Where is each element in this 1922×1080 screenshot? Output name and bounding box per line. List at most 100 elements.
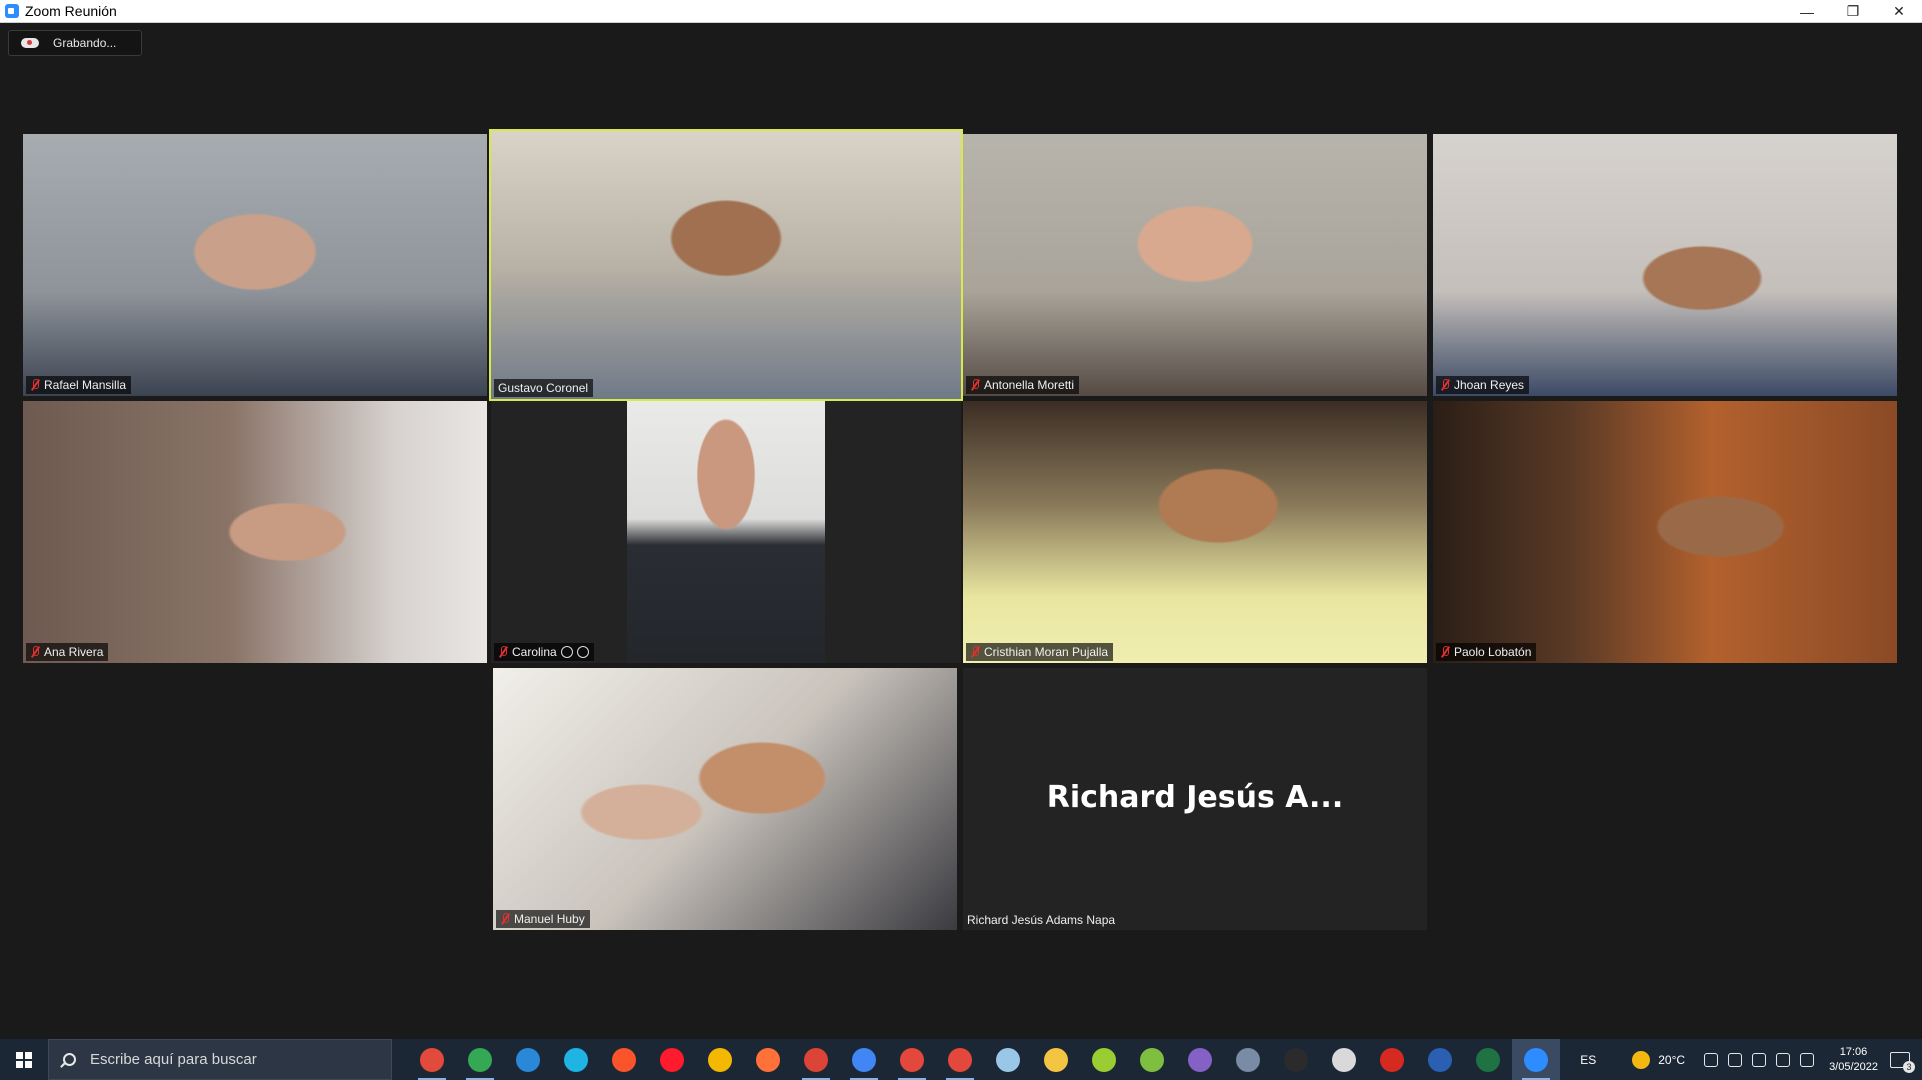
participant-name: Paolo Lobatón (1454, 645, 1532, 659)
chevron-up-icon[interactable] (1704, 1052, 1719, 1067)
notifications-icon[interactable]: 3 (1890, 1051, 1915, 1073)
participant-name-tag: Carolina (494, 643, 594, 661)
participant-tile[interactable]: Ana Rivera (23, 401, 487, 663)
participant-tile[interactable]: Rafael Mansilla (23, 134, 487, 396)
zoom-app-icon (5, 4, 19, 18)
mic-muted-icon (500, 913, 510, 925)
participant-name: Richard Jesús Adams Napa (967, 913, 1116, 927)
mic-muted-icon (30, 379, 40, 391)
taskbar-app-button[interactable] (1512, 1039, 1560, 1080)
weather-temperature[interactable]: 20°C (1658, 1053, 1685, 1067)
window-title: Zoom Reunión (25, 3, 117, 19)
participant-tile[interactable]: Jhoan Reyes (1433, 134, 1897, 396)
chrome-canary-icon (708, 1047, 732, 1072)
opera-icon (660, 1047, 684, 1072)
minimize-button[interactable]: — (1784, 0, 1830, 23)
taskbar-app-button[interactable] (792, 1039, 840, 1080)
excel-icon (1476, 1047, 1500, 1072)
clock[interactable]: 17:06 3/05/2022 (1829, 1045, 1878, 1075)
chrome-profile4-icon (948, 1047, 972, 1072)
file-explorer-icon (1044, 1047, 1068, 1072)
chrome-profile-icon (468, 1047, 492, 1072)
recording-indicator[interactable]: Grabando... (8, 30, 142, 56)
search-placeholder: Escribe aquí para buscar (90, 1051, 257, 1068)
brave-icon (612, 1047, 636, 1072)
chrome-profile2-icon (852, 1047, 876, 1072)
chrome-alt-icon (804, 1047, 828, 1072)
chrome-icon (420, 1047, 444, 1072)
battery-icon[interactable] (1752, 1052, 1767, 1067)
participant-name: Cristhian Moran Pujalla (984, 645, 1109, 659)
acrobat-icon (1380, 1047, 1404, 1072)
zoom-icon (1524, 1047, 1548, 1072)
clock-time: 17:06 (1839, 1045, 1868, 1058)
mic-muted-icon (970, 379, 980, 391)
recording-label: Grabando... (53, 36, 117, 50)
taskbar-search[interactable]: Escribe aquí para buscar (48, 1039, 392, 1080)
taskbar-app-button[interactable] (600, 1039, 648, 1080)
weather-sun-icon[interactable] (1632, 1050, 1651, 1069)
taskbar-app-button[interactable] (552, 1039, 600, 1080)
restore-button[interactable]: ❐ (1830, 0, 1876, 23)
taskbar-app-button[interactable] (1368, 1039, 1416, 1080)
participant-name-tag: Gustavo Coronel (494, 379, 594, 397)
cloud-app-icon (1332, 1047, 1356, 1072)
taskbar-app-button[interactable] (1416, 1039, 1464, 1080)
participant-tile[interactable]: Paolo Lobatón (1433, 401, 1897, 663)
taskbar-app-button[interactable] (1176, 1039, 1224, 1080)
taskbar-app-button[interactable] (888, 1039, 936, 1080)
settings-icon (576, 646, 589, 658)
participant-tile[interactable]: Manuel Huby (493, 668, 957, 930)
taskbar-app-button[interactable] (1032, 1039, 1080, 1080)
participant-name: Ana Rivera (44, 645, 104, 659)
cloud-recording-icon (21, 38, 39, 48)
participant-tile-active-speaker[interactable]: Gustavo Coronel (489, 129, 963, 401)
taskbar-app-button[interactable] (408, 1039, 456, 1080)
participant-name: Antonella Moretti (984, 378, 1075, 392)
mic-muted-icon (1440, 379, 1450, 391)
taskbar-app-button[interactable] (456, 1039, 504, 1080)
participant-name: Manuel Huby (514, 912, 585, 926)
taskbar-app-button[interactable] (696, 1039, 744, 1080)
participant-name: Carolina (512, 645, 557, 659)
paint-icon (996, 1047, 1020, 1072)
taskbar-app-button[interactable] (1464, 1039, 1512, 1080)
participant-name-tag: Manuel Huby (496, 910, 590, 928)
participant-tile[interactable]: Carolina (491, 401, 961, 663)
taskbar-app-button[interactable] (744, 1039, 792, 1080)
mic-muted-icon (498, 646, 508, 658)
window-controls: — ❐ ✕ (1784, 0, 1922, 23)
taskbar-app-button[interactable] (840, 1039, 888, 1080)
taskbar-app-button[interactable] (1128, 1039, 1176, 1080)
taskbar-app-button[interactable] (1272, 1039, 1320, 1080)
start-button[interactable] (0, 1039, 48, 1080)
mic-muted-icon (1440, 646, 1450, 658)
participant-name-tag: Ana Rivera (26, 643, 109, 661)
taskbar-app-button[interactable] (1224, 1039, 1272, 1080)
participant-name: Gustavo Coronel (498, 381, 589, 395)
taskbar-app-button[interactable] (1320, 1039, 1368, 1080)
participant-video (1433, 401, 1897, 663)
volume-icon[interactable] (1776, 1052, 1791, 1067)
participant-tile[interactable]: Antonella Moretti (963, 134, 1427, 396)
participant-video (491, 131, 961, 399)
participant-tile[interactable]: Cristhian Moran Pujalla (963, 401, 1427, 663)
microphone-icon[interactable] (1728, 1052, 1743, 1067)
participant-video (963, 134, 1427, 396)
terminal-icon (1284, 1047, 1308, 1072)
participant-name-tag: Paolo Lobatón (1436, 643, 1537, 661)
taskbar-app-button[interactable] (648, 1039, 696, 1080)
close-button[interactable]: ✕ (1876, 0, 1922, 23)
taskbar-app-button[interactable] (1080, 1039, 1128, 1080)
pen-icon[interactable] (1800, 1052, 1815, 1067)
taskbar-app-button[interactable] (504, 1039, 552, 1080)
participant-video (23, 401, 487, 663)
pinned-apps (408, 1039, 1560, 1080)
participant-tile-video-off[interactable]: Richard Jesús A... Richard Jesús Adams N… (963, 668, 1427, 930)
mic-muted-icon (30, 646, 40, 658)
taskbar-app-button[interactable] (984, 1039, 1032, 1080)
taskbar-app-button[interactable] (936, 1039, 984, 1080)
participant-name-tag: Cristhian Moran Pujalla (966, 643, 1114, 661)
participant-name: Rafael Mansilla (44, 378, 127, 392)
input-language[interactable]: ES (1580, 1053, 1596, 1067)
